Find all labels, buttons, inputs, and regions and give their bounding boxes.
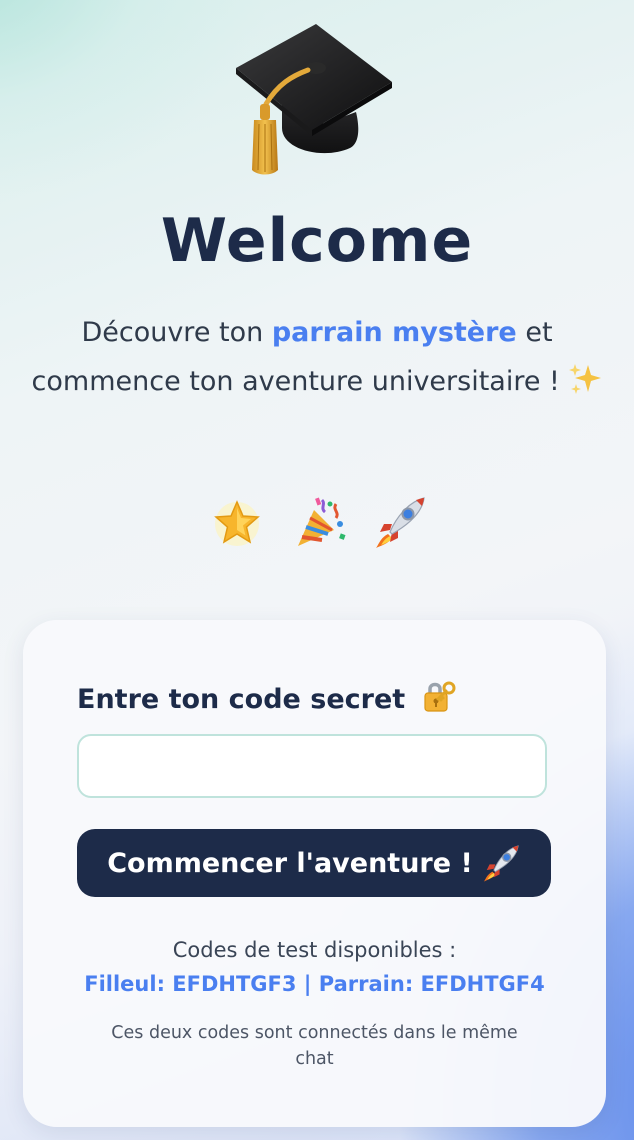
login-card: Entre ton code secret Commencer l'aventu… (23, 620, 606, 1127)
test-codes-value: Filleul: EFDHTGF3 | Parrain: EFDHTGF4 (84, 972, 545, 996)
start-adventure-button[interactable]: Commencer l'aventure ! (77, 829, 551, 897)
graduation-cap-icon (236, 24, 392, 175)
subtitle-accent: parrain mystère (271, 317, 517, 348)
locked-with-key-icon (424, 681, 456, 712)
party-popper-icon (292, 494, 346, 550)
code-label-text: Entre ton code secret (77, 684, 406, 715)
secret-code-input[interactable] (77, 734, 547, 798)
start-adventure-label: Commencer l'aventure ! (107, 847, 473, 879)
welcome-subtitle: Découvre ton parrain mystère et commence… (20, 308, 614, 406)
emoji-row (0, 494, 634, 550)
page-title: Welcome (160, 206, 474, 276)
subtitle-text-start: Découvre ton (81, 317, 272, 348)
code-label: Entre ton code secret (77, 678, 457, 715)
star-icon (212, 494, 262, 550)
test-codes-title: Codes de test disponibles : (172, 938, 457, 962)
test-codes-note: Ces deux codes sont connectés dans le mê… (111, 1023, 518, 1069)
rocket-icon (483, 845, 519, 882)
sparkles-icon (569, 364, 602, 394)
rocket-icon (372, 494, 425, 550)
